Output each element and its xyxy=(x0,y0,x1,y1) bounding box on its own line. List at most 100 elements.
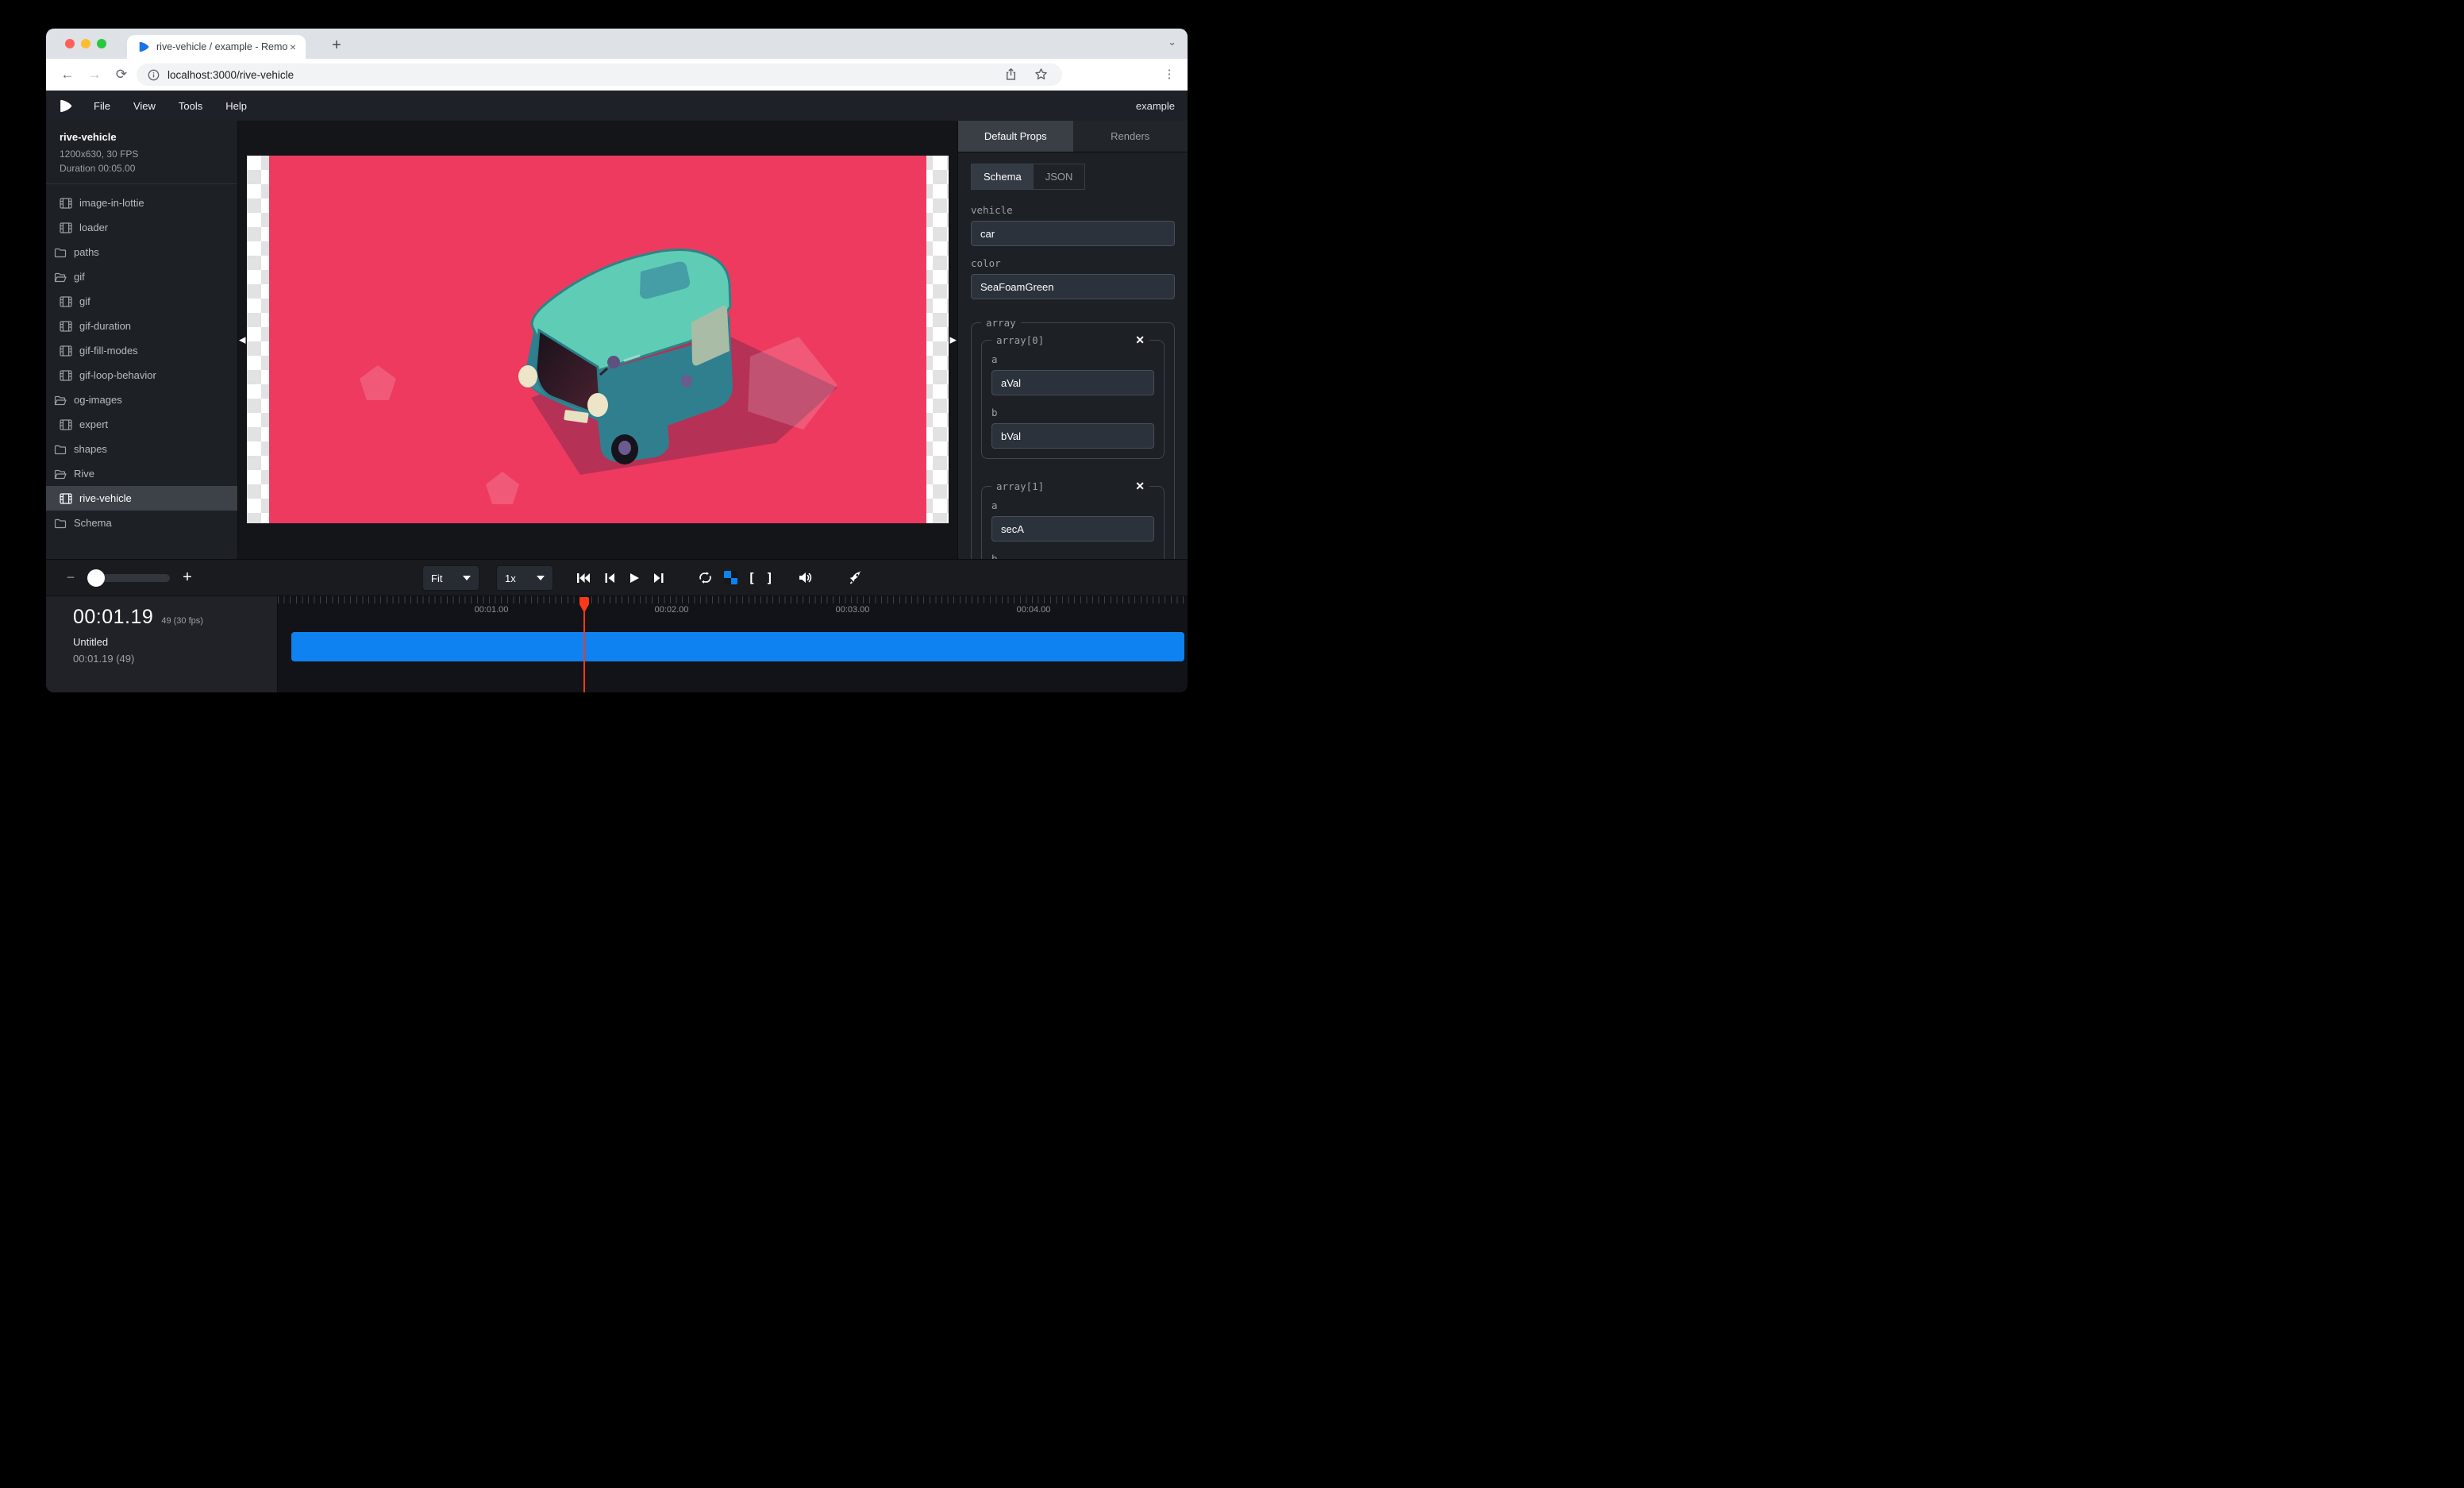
remotion-logo-icon[interactable] xyxy=(59,99,72,113)
timeline-track-area[interactable]: 00:01.00 00:02.00 00:03.00 00:04.00 xyxy=(278,596,1188,692)
schema-json-toggle: Schema JSON xyxy=(971,164,1085,190)
app-menubar: File View Tools Help example xyxy=(46,91,1188,121)
composition-item[interactable]: gif xyxy=(46,289,237,314)
tab-default-props[interactable]: Default Props xyxy=(958,121,1073,152)
ruler-label: 00:04.00 xyxy=(1017,605,1051,615)
menu-tools[interactable]: Tools xyxy=(179,100,202,112)
reload-icon[interactable]: ⟳ xyxy=(113,66,130,83)
toggle-json[interactable]: JSON xyxy=(1034,164,1085,189)
composition-label: gif-duration xyxy=(79,320,131,332)
transport-controls: [ ] xyxy=(575,560,864,596)
props-panel-tabs: Default Props Renders xyxy=(958,121,1188,152)
out-point-button[interactable]: ] xyxy=(766,570,774,585)
menu-help[interactable]: Help xyxy=(225,100,247,112)
timeline-ruler[interactable]: 00:01.00 00:02.00 00:03.00 00:04.00 xyxy=(278,596,1188,620)
folder-label: gif xyxy=(74,271,85,283)
array-1-a-input[interactable] xyxy=(991,516,1154,542)
zoom-slider-knob[interactable] xyxy=(87,569,105,587)
folder-item[interactable]: shapes xyxy=(46,437,237,461)
folder-item[interactable]: Rive xyxy=(46,461,237,486)
tab-renders[interactable]: Renders xyxy=(1073,121,1188,152)
folder-item[interactable]: paths xyxy=(46,240,237,264)
props-panel-content: Schema JSON vehicle color array array[0] xyxy=(958,152,1188,559)
browser-menu-kebab-icon[interactable]: ⋮ xyxy=(1161,66,1178,83)
collapse-sidebar-handle[interactable]: ◀ xyxy=(239,335,245,345)
film-icon xyxy=(60,345,72,357)
in-point-button[interactable]: [ xyxy=(748,570,756,585)
address-bar[interactable]: localhost:3000/rive-vehicle xyxy=(137,64,1062,86)
folder-item[interactable]: gif xyxy=(46,264,237,289)
previous-frame-button[interactable] xyxy=(603,571,617,585)
play-button[interactable] xyxy=(627,571,641,585)
loop-toggle-icon[interactable] xyxy=(696,571,714,585)
bookmark-star-icon[interactable] xyxy=(1034,67,1048,81)
zoom-out-button[interactable]: − xyxy=(65,569,76,586)
playhead-handle[interactable] xyxy=(579,596,590,614)
url-text: localhost:3000/rive-vehicle xyxy=(167,69,294,81)
site-info-icon[interactable] xyxy=(148,69,160,81)
film-icon xyxy=(60,321,72,332)
share-icon[interactable] xyxy=(1004,67,1018,81)
timeline-info-panel: 00:01.19 49 (30 fps) Untitled 00:01.19 (… xyxy=(46,596,278,692)
tab-search-chevron-icon[interactable]: ⌄ xyxy=(1168,36,1176,48)
window-close-button[interactable] xyxy=(65,39,75,48)
film-icon xyxy=(60,493,72,504)
menu-view[interactable]: View xyxy=(133,100,156,112)
tab-title: rive-vehicle / example - Remot xyxy=(156,41,288,52)
field-label-b: b xyxy=(991,553,1154,559)
film-icon xyxy=(60,296,72,307)
window-zoom-button[interactable] xyxy=(97,39,106,48)
composition-item[interactable]: gif-duration xyxy=(46,314,237,338)
folder-item[interactable]: Schema xyxy=(46,511,237,535)
skip-to-start-button[interactable] xyxy=(575,571,592,585)
playback-speed-select[interactable]: 1x xyxy=(496,565,553,591)
canvas-size-value: Fit xyxy=(431,572,442,584)
vehicle-animation xyxy=(269,156,926,523)
zoom-slider[interactable] xyxy=(87,574,170,582)
field-label-a: a xyxy=(991,353,1154,365)
composition-item[interactable]: image-in-lottie xyxy=(46,191,237,215)
composition-label: gif xyxy=(79,295,90,307)
volume-icon[interactable] xyxy=(797,571,814,585)
composition-item-selected[interactable]: rive-vehicle xyxy=(46,486,237,511)
composition-item[interactable]: gif-loop-behavior xyxy=(46,363,237,387)
composition-label: gif-loop-behavior xyxy=(79,369,156,381)
new-tab-button[interactable]: + xyxy=(325,35,348,57)
remove-array-item-icon[interactable]: ✕ xyxy=(1135,333,1145,347)
back-icon[interactable]: ← xyxy=(59,66,76,83)
next-frame-button[interactable] xyxy=(652,571,666,585)
composition-label: expert xyxy=(79,418,108,430)
composition-item[interactable]: expert xyxy=(46,412,237,437)
canvas-size-select[interactable]: Fit xyxy=(422,565,479,591)
project-label: example xyxy=(1136,100,1175,112)
color-input[interactable] xyxy=(971,274,1175,299)
forward-icon[interactable]: → xyxy=(86,66,103,83)
composition-item[interactable]: loader xyxy=(46,215,237,240)
timeline-track-bar[interactable] xyxy=(291,632,1184,661)
remove-array-item-icon[interactable]: ✕ xyxy=(1135,480,1145,493)
composition-dimensions: 1200x630, 30 FPS xyxy=(60,147,226,161)
vehicle-input[interactable] xyxy=(971,221,1175,246)
composition-title: rive-vehicle xyxy=(60,131,226,143)
zoom-in-button[interactable]: + xyxy=(181,569,194,587)
array-0-a-input[interactable] xyxy=(991,370,1154,395)
field-label-b: b xyxy=(991,407,1154,418)
transparency-checkerboard-toggle[interactable] xyxy=(724,571,737,584)
window-minimize-button[interactable] xyxy=(81,39,90,48)
browser-tab-strip: rive-vehicle / example - Remot × + ⌄ xyxy=(46,29,1188,59)
composition-item[interactable]: gif-fill-modes xyxy=(46,338,237,363)
folder-label: og-images xyxy=(74,394,122,406)
tab-close-icon[interactable]: × xyxy=(288,40,298,54)
browser-tab[interactable]: rive-vehicle / example - Remot × xyxy=(127,35,306,59)
array-0-b-input[interactable] xyxy=(991,423,1154,449)
browser-toolbar: ← → ⟳ localhost:3000/rive-vehicle ⋮ xyxy=(46,59,1188,91)
rocket-render-icon[interactable] xyxy=(846,571,864,585)
folder-label: Schema xyxy=(74,517,112,529)
folder-label: shapes xyxy=(74,443,107,455)
toggle-schema[interactable]: Schema xyxy=(972,164,1034,189)
composition-label: image-in-lottie xyxy=(79,197,144,209)
menu-file[interactable]: File xyxy=(94,100,110,112)
composition-label: rive-vehicle xyxy=(79,492,132,504)
collapse-panel-handle[interactable]: ▶ xyxy=(950,335,957,345)
folder-item[interactable]: og-images xyxy=(46,387,237,412)
